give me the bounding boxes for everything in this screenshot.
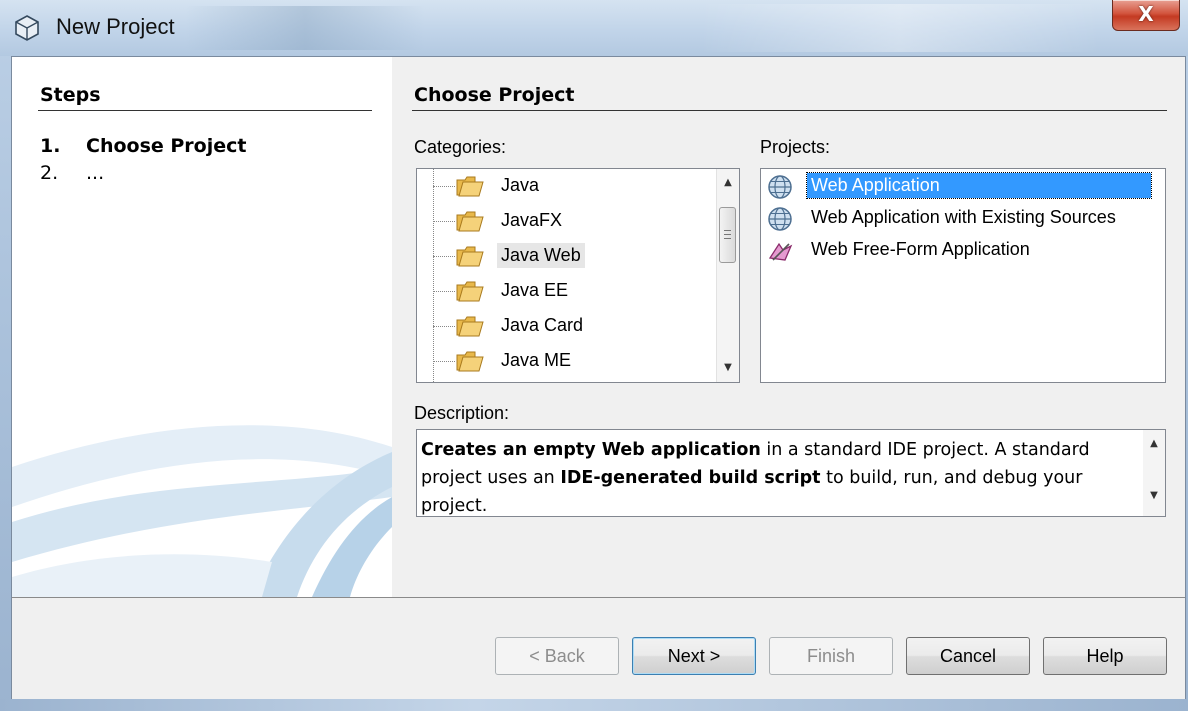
help-button[interactable]: Help (1043, 637, 1167, 675)
globe-icon (768, 175, 792, 199)
project-label: Web Application with Existing Sources (811, 207, 1116, 227)
project-web-application-existing-sources[interactable]: Web Application with Existing Sources (765, 203, 1161, 233)
steps-divider (38, 110, 372, 111)
content-divider (412, 110, 1167, 111)
description-bold-phrase: Creates an empty Web application (421, 440, 761, 460)
step-choose-project: 1. Choose Project (40, 135, 246, 157)
freeform-icon (768, 242, 793, 261)
close-icon: X (1138, 2, 1154, 26)
folder-icon (456, 246, 484, 267)
step-number: 1. (40, 135, 61, 157)
category-java-card[interactable]: Java Card (417, 309, 717, 343)
category-java[interactable]: Java (417, 169, 717, 203)
category-javafx[interactable]: JavaFX (417, 204, 717, 238)
title-bar[interactable]: New Project X (0, 0, 1188, 56)
folder-icon (456, 281, 484, 302)
scroll-up-arrow-icon[interactable]: ▲ (1143, 434, 1165, 454)
folder-icon (456, 176, 484, 197)
categories-scrollbar[interactable]: ▲ ▼ (716, 169, 739, 382)
title-bar-glass-highlight (700, 4, 1100, 52)
step-number: 2. (40, 162, 59, 184)
category-java-me[interactable]: Java ME (417, 344, 717, 378)
categories-tree[interactable]: Java JavaFX Java Web Java EE Java Card J… (416, 168, 740, 383)
description-box[interactable]: Creates an empty Web application in a st… (416, 429, 1166, 517)
description-text: Creates an empty Web application in a st… (421, 436, 1137, 516)
folder-icon (456, 351, 484, 372)
close-button[interactable]: X (1112, 0, 1180, 31)
project-label: Web Application (806, 172, 1152, 199)
scroll-thumb[interactable] (719, 207, 736, 263)
cancel-button[interactable]: Cancel (906, 637, 1030, 675)
description-bold-phrase: IDE-generated build script (560, 468, 821, 488)
step-label: Choose Project (86, 135, 247, 157)
tree-connector (433, 291, 455, 292)
steps-pane: Steps 1. Choose Project 2.... (12, 57, 392, 597)
globe-icon (768, 207, 792, 231)
button-bar-divider (12, 597, 1185, 598)
category-label: JavaFX (501, 210, 563, 230)
window-title: New Project (56, 14, 175, 39)
finish-button[interactable]: Finish (769, 637, 893, 675)
description-label: Description: (414, 403, 510, 423)
projects-list[interactable]: Web Application Web Application with Exi… (760, 168, 1166, 383)
folder-icon (456, 211, 484, 232)
netbeans-swoosh-decoration (12, 425, 392, 597)
back-button[interactable]: < Back (495, 637, 619, 675)
dialog-body: Steps 1. Choose Project 2.... Choose Proj… (11, 56, 1186, 700)
tree-connector (433, 221, 455, 222)
project-web-free-form-application[interactable]: Web Free-Form Application (765, 235, 1161, 265)
project-label: Web Free-Form Application (811, 239, 1030, 259)
grip-line (724, 230, 731, 231)
category-label: Java EE (501, 280, 569, 300)
category-label: Java Card (501, 315, 584, 335)
title-bar-glass (185, 6, 425, 50)
tree-connector (433, 326, 455, 327)
step-label: ... (86, 162, 105, 184)
new-project-window: New Project X Steps 1. Choose Project 2..… (0, 0, 1188, 711)
grip-line (724, 238, 731, 239)
tree-connector (433, 186, 455, 187)
category-label: Java (501, 175, 540, 195)
project-web-application[interactable]: Web Application (765, 171, 1161, 201)
category-java-web[interactable]: Java Web (417, 239, 717, 273)
projects-label: Projects: (760, 137, 831, 157)
scroll-down-arrow-icon[interactable]: ▼ (1143, 486, 1165, 506)
grip-line (724, 234, 731, 235)
step-next: 2.... (40, 162, 104, 184)
category-label: Java ME (501, 350, 572, 370)
tree-connector (433, 256, 455, 257)
scroll-up-arrow-icon[interactable]: ▲ (717, 173, 739, 193)
description-scrollbar[interactable]: ▲ ▼ (1143, 430, 1165, 516)
scroll-down-arrow-icon[interactable]: ▼ (717, 358, 739, 378)
category-label: Java Web (497, 243, 585, 268)
folder-icon (456, 316, 484, 337)
categories-label: Categories: (414, 137, 507, 157)
category-java-ee[interactable]: Java EE (417, 274, 717, 308)
window-bottom-edge (0, 699, 1188, 711)
netbeans-cube-icon (15, 15, 39, 41)
content-title: Choose Project (414, 84, 575, 106)
next-button[interactable]: Next > (632, 637, 756, 675)
steps-title: Steps (40, 84, 101, 106)
tree-connector (433, 361, 455, 362)
